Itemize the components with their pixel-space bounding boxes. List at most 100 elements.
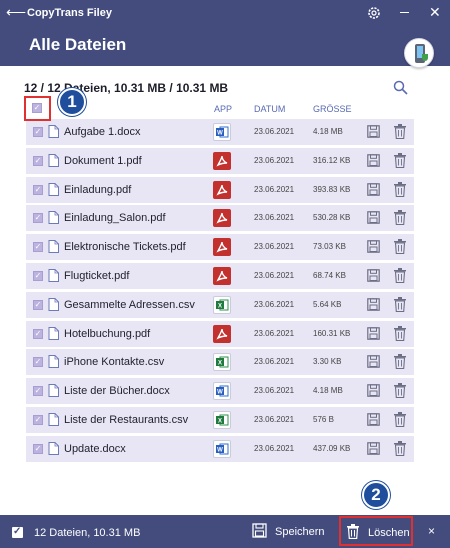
trash-icon[interactable] — [394, 354, 406, 370]
minimize-button[interactable] — [400, 12, 409, 13]
floppy-disk-icon[interactable] — [367, 413, 380, 426]
file-date: 23.06.2021 — [254, 357, 295, 367]
row-checkbox[interactable]: ✓ — [33, 357, 43, 368]
floppy-disk-icon[interactable] — [367, 153, 380, 167]
floppy-disk-icon[interactable] — [367, 240, 380, 253]
file-row[interactable]: ✓ Elektronische Tickets.pdf 23.06.2021 73.0… — [26, 234, 414, 261]
floppy-disk-icon[interactable] — [367, 125, 380, 138]
column-header-size[interactable]: GRÖSSE — [313, 104, 352, 114]
file-name: Aufgabe 1.docx — [64, 126, 141, 138]
trash-icon[interactable] — [394, 239, 406, 255]
delete-button[interactable]: Löschen — [339, 516, 413, 546]
file-size: 4.18 MB — [313, 127, 343, 136]
file-date: 23.06.2021 — [254, 271, 295, 280]
row-checkbox[interactable]: ✓ — [33, 328, 43, 339]
file-row[interactable]: ✓ Update.docx W 23.06.2021 437.09 KB — [26, 435, 414, 462]
row-checkbox[interactable]: ✓ — [33, 415, 43, 425]
bottom-select-checkbox[interactable]: ✓ — [12, 526, 23, 538]
file-row[interactable]: ✓ Flugticket.pdf 23.06.2021 68.74 KB — [26, 263, 414, 289]
file-size: 73.03 KB — [313, 242, 346, 252]
file-date: 23.06.2021 — [254, 127, 295, 136]
floppy-disk-icon[interactable] — [367, 326, 380, 340]
floppy-disk-icon[interactable] — [367, 182, 380, 196]
checkbox-check-icon: ✓ — [32, 103, 42, 113]
file-row[interactable]: ✓ Hotelbuchung.pdf 23.06.2021 160.31 KB — [26, 320, 414, 347]
file-date: 23.06.2021 — [254, 242, 295, 252]
file-name: Update.docx — [64, 442, 126, 455]
floppy-disk-icon[interactable] — [367, 297, 380, 311]
gear-icon[interactable] — [366, 5, 382, 21]
trash-icon[interactable] — [394, 268, 406, 283]
word-app-icon: W — [213, 382, 231, 401]
file-row[interactable]: ✓ Einladung_Salon.pdf 23.06.2021 530.28 KB — [26, 205, 414, 232]
trash-icon[interactable] — [394, 181, 406, 197]
row-checkbox[interactable]: ✓ — [33, 271, 43, 281]
file-name: Flugticket.pdf — [64, 270, 130, 282]
file-icon — [48, 413, 59, 426]
trash-icon[interactable] — [394, 440, 406, 456]
trash-icon — [347, 524, 359, 539]
row-checkbox[interactable]: ✓ — [33, 242, 43, 253]
row-checkbox[interactable]: ✓ — [33, 127, 43, 137]
close-window-button[interactable]: ✕ — [429, 4, 441, 20]
search-icon[interactable] — [393, 80, 408, 95]
file-row[interactable]: ✓ Liste der Bücher.docx W 23.06.2021 4.18 MB — [26, 378, 414, 405]
floppy-disk-icon[interactable] — [367, 355, 380, 369]
file-row[interactable]: ✓ Gesammelte Adressen.csv X 23.06.2021 5.64 … — [26, 291, 414, 318]
file-name: Liste der Restaurants.csv — [64, 414, 189, 426]
word-app-icon: W — [213, 123, 231, 141]
file-size: 68.74 KB — [313, 271, 346, 280]
row-checkbox[interactable]: ✓ — [33, 386, 43, 397]
file-row[interactable]: ✓ Liste der Restaurants.csv X 23.06.2021 576… — [26, 407, 414, 433]
word-app-icon: W — [213, 439, 231, 458]
floppy-disk-icon[interactable] — [367, 211, 380, 225]
row-checkbox[interactable]: ✓ — [33, 213, 43, 224]
file-row[interactable]: ✓ Aufgabe 1.docx W 23.06.2021 4.18 MB — [26, 119, 414, 145]
file-icon — [48, 182, 59, 196]
svg-text:X: X — [218, 303, 222, 309]
floppy-disk-icon[interactable] — [367, 441, 380, 455]
acrobat-app-icon — [213, 324, 231, 343]
file-date: 23.06.2021 — [254, 184, 295, 194]
acrobat-app-icon — [213, 151, 231, 170]
row-checkbox[interactable]: ✓ — [33, 155, 43, 166]
acrobat-app-icon — [213, 180, 231, 199]
file-summary: 12 / 12 Dateien, 10.31 MB / 10.31 MB — [24, 81, 229, 95]
trash-icon[interactable] — [394, 124, 406, 139]
file-size: 316.12 KB — [313, 155, 351, 165]
device-button[interactable] — [404, 38, 434, 68]
trash-icon[interactable] — [394, 325, 406, 341]
file-size: 4.18 MB — [313, 386, 343, 396]
floppy-disk-icon[interactable] — [367, 384, 380, 397]
file-row[interactable]: ✓ iPhone Kontakte.csv X 23.06.2021 3.30 KB — [26, 349, 414, 376]
floppy-disk-icon[interactable] — [367, 269, 380, 282]
excel-app-icon: X — [213, 353, 231, 372]
trash-icon[interactable] — [394, 383, 406, 399]
back-arrow-icon[interactable]: ⟵ — [6, 4, 26, 20]
file-icon — [48, 384, 59, 398]
page-title: Alle Dateien — [29, 35, 127, 54]
file-icon — [48, 211, 59, 225]
file-date: 23.06.2021 — [254, 155, 295, 165]
file-name: Dokument 1.pdf — [64, 154, 142, 167]
close-selection-icon[interactable]: × — [428, 524, 435, 538]
row-checkbox[interactable]: ✓ — [33, 443, 43, 454]
column-header-date[interactable]: DATUM — [254, 104, 285, 114]
file-name: Einladung_Salon.pdf — [64, 212, 166, 225]
file-row[interactable]: ✓ Einladung.pdf 23.06.2021 393.83 KB — [26, 176, 414, 203]
header: Alle Dateien — [0, 26, 450, 68]
row-checkbox[interactable]: ✓ — [33, 299, 43, 310]
trash-icon[interactable] — [394, 296, 406, 312]
select-all-checkbox[interactable]: ✓ — [24, 96, 51, 121]
file-icon — [48, 269, 59, 282]
file-name: Einladung.pdf — [64, 183, 132, 196]
trash-icon[interactable] — [394, 152, 406, 168]
trash-icon[interactable] — [394, 210, 406, 226]
file-row[interactable]: ✓ Dokument 1.pdf 23.06.2021 316.12 KB — [26, 147, 414, 174]
svg-text:W: W — [217, 390, 223, 396]
trash-icon[interactable] — [394, 412, 406, 427]
save-button-label: Speichern — [275, 526, 325, 538]
row-checkbox[interactable]: ✓ — [33, 184, 43, 195]
file-size: 393.83 KB — [313, 184, 351, 194]
file-name: Elektronische Tickets.pdf — [64, 241, 186, 254]
